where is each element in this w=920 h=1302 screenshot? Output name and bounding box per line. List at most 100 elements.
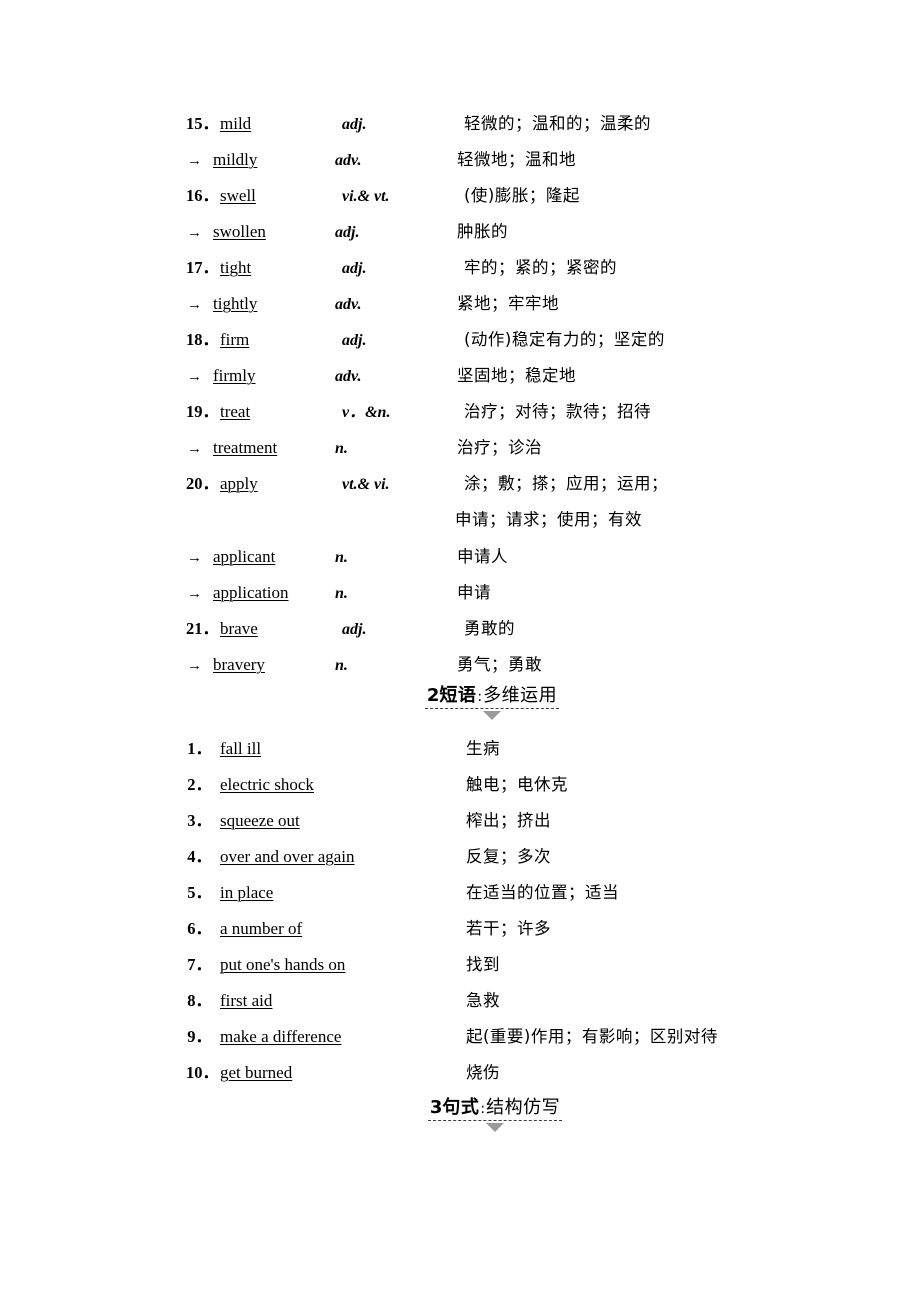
phrase-term: get burned xyxy=(220,1063,293,1082)
phrase-meaning: 反复；多次 xyxy=(466,847,551,866)
phrase-row: 1． fall ill 生病 xyxy=(186,735,906,765)
phrase-number: 3． xyxy=(187,811,212,830)
phrases-heading-keyword: 短语 xyxy=(439,685,477,706)
phrase-term: over and over again xyxy=(220,847,355,866)
word-term: mildly xyxy=(213,150,258,169)
phrase-row: 9． make a difference 起(重要)作用；有影响；区别对待 xyxy=(186,1023,906,1053)
word-number: 18． xyxy=(186,330,219,349)
phrase-meaning: 烧伤 xyxy=(466,1063,500,1082)
sentences-section-heading: 3 句式: 结构仿写 xyxy=(400,1098,590,1132)
word-part-of-speech: adj. xyxy=(342,621,367,638)
word-term: tight xyxy=(220,258,252,277)
phrase-number: 1． xyxy=(187,739,212,758)
word-part-of-speech: adv. xyxy=(335,368,362,385)
phrase-number: 2． xyxy=(187,775,212,794)
sentences-heading-text: 3 句式: 结构仿写 xyxy=(427,1097,563,1121)
word-term: mild xyxy=(220,114,252,133)
word-part-of-speech: v．&n. xyxy=(342,404,391,421)
word-part-of-speech: adj. xyxy=(342,116,367,133)
phrase-number: 6． xyxy=(187,919,212,938)
derivation-arrow-icon: → xyxy=(187,225,202,241)
phrase-term: in place xyxy=(220,883,274,902)
word-row: → application n. 申请 xyxy=(186,579,886,609)
phrase-row: 6． a number of 若干；许多 xyxy=(186,915,906,945)
word-row: → treatment n. 治疗；诊治 xyxy=(186,434,886,464)
word-row: → mildly adv. 轻微地；温和地 xyxy=(186,146,886,176)
phrase-number: 8． xyxy=(187,991,212,1010)
word-term: bravery xyxy=(213,655,265,674)
word-row: → swollen adj. 肿胀的 xyxy=(186,218,886,248)
word-row: 15． mild adj. 轻微的；温和的；温柔的 xyxy=(186,110,886,140)
sentences-heading-keyword: 句式 xyxy=(442,1097,480,1118)
word-row: 16． swell vi.& vt. (使)膨胀；隆起 xyxy=(186,182,886,212)
word-meaning: 治疗；诊治 xyxy=(457,438,542,457)
phrases-section-heading: 2 短语: 多维运用 xyxy=(392,686,592,720)
derivation-arrow-icon: → xyxy=(187,297,202,313)
word-meaning: 坚固地；稳定地 xyxy=(457,366,576,385)
phrase-row: 5． in place 在适当的位置；适当 xyxy=(186,879,906,909)
word-term: brave xyxy=(220,619,258,638)
word-term: firmly xyxy=(213,366,256,385)
word-meaning: 涂；敷；搽；应用；运用； xyxy=(464,474,668,493)
word-meaning: 轻微的；温和的；温柔的 xyxy=(464,114,651,133)
phrase-meaning: 起(重要)作用；有影响；区别对待 xyxy=(466,1027,718,1046)
word-row: 17． tight adj. 牢的；紧的；紧密的 xyxy=(186,254,886,284)
word-part-of-speech: n. xyxy=(335,549,348,566)
word-meaning: 紧地；牢牢地 xyxy=(457,294,559,313)
triangle-down-icon xyxy=(486,1122,504,1132)
phrases-heading-separator: : xyxy=(477,689,483,705)
sentences-heading-number: 3 xyxy=(429,1097,443,1118)
phrase-row: 10． get burned 烧伤 xyxy=(186,1059,906,1089)
phrase-row: 8． first aid 急救 xyxy=(186,987,906,1017)
phrase-meaning: 生病 xyxy=(466,739,500,758)
word-part-of-speech: n. xyxy=(335,440,348,457)
word-row: → bravery n. 勇气；勇敢 xyxy=(186,651,886,681)
phrase-term: first aid xyxy=(220,991,273,1010)
derivation-arrow-icon: → xyxy=(187,586,202,602)
phrase-meaning: 若干；许多 xyxy=(466,919,551,938)
word-meaning: 治疗；对待；款待；招待 xyxy=(464,402,651,421)
word-part-of-speech: vt.& vi. xyxy=(342,476,390,493)
word-number: 16． xyxy=(186,186,219,205)
phrases-heading-number: 2 xyxy=(426,685,440,706)
word-number: 17． xyxy=(186,258,219,277)
word-term: treat xyxy=(220,402,251,421)
word-row: 19． treat v．&n. 治疗；对待；款待；招待 xyxy=(186,398,886,428)
phrase-meaning: 触电；电休克 xyxy=(466,775,568,794)
phrase-meaning: 找到 xyxy=(466,955,500,974)
derivation-arrow-icon: → xyxy=(187,369,202,385)
phrase-term: electric shock xyxy=(220,775,314,794)
word-term: application xyxy=(213,583,289,602)
phrase-term: squeeze out xyxy=(220,811,300,830)
phrase-term: a number of xyxy=(220,919,303,938)
word-part-of-speech: adv. xyxy=(335,296,362,313)
word-part-of-speech: n. xyxy=(335,657,348,674)
word-meaning: 勇气；勇敢 xyxy=(457,655,542,674)
word-meaning: 肿胀的 xyxy=(457,222,508,241)
phrases-heading-text: 2 短语: 多维运用 xyxy=(424,685,560,709)
phrases-heading-subtitle: 多维运用 xyxy=(483,685,558,706)
word-number: 19． xyxy=(186,402,219,421)
word-row: → tightly adv. 紧地；牢牢地 xyxy=(186,290,886,320)
word-term: swollen xyxy=(213,222,266,241)
word-part-of-speech: adj. xyxy=(342,260,367,277)
word-part-of-speech: vi.& vt. xyxy=(342,188,390,205)
word-term: firm xyxy=(220,330,250,349)
phrase-meaning: 榨出；挤出 xyxy=(466,811,551,830)
word-meaning: 申请人 xyxy=(457,547,508,566)
phrase-number: 10． xyxy=(186,1063,219,1082)
triangle-down-icon xyxy=(483,710,501,720)
phrase-row: 4． over and over again 反复；多次 xyxy=(186,843,906,873)
phrase-term: fall ill xyxy=(220,739,262,758)
word-part-of-speech: adv. xyxy=(335,152,362,169)
word-meaning: 申请 xyxy=(457,583,491,602)
word-row: 18． firm adj. (动作)稳定有力的；坚定的 xyxy=(186,326,886,356)
sentences-heading-subtitle: 结构仿写 xyxy=(486,1097,561,1118)
document-page: 15． mild adj. 轻微的；温和的；温柔的 → mildly adv. … xyxy=(0,0,920,1302)
phrase-row: 2． electric shock 触电；电休克 xyxy=(186,771,906,801)
word-part-of-speech: adj. xyxy=(335,224,360,241)
word-meaning-continuation: 申请；请求；使用；有效 xyxy=(455,510,642,529)
phrase-number: 4． xyxy=(187,847,212,866)
word-meaning: 勇敢的 xyxy=(464,619,515,638)
word-term: treatment xyxy=(213,438,278,457)
